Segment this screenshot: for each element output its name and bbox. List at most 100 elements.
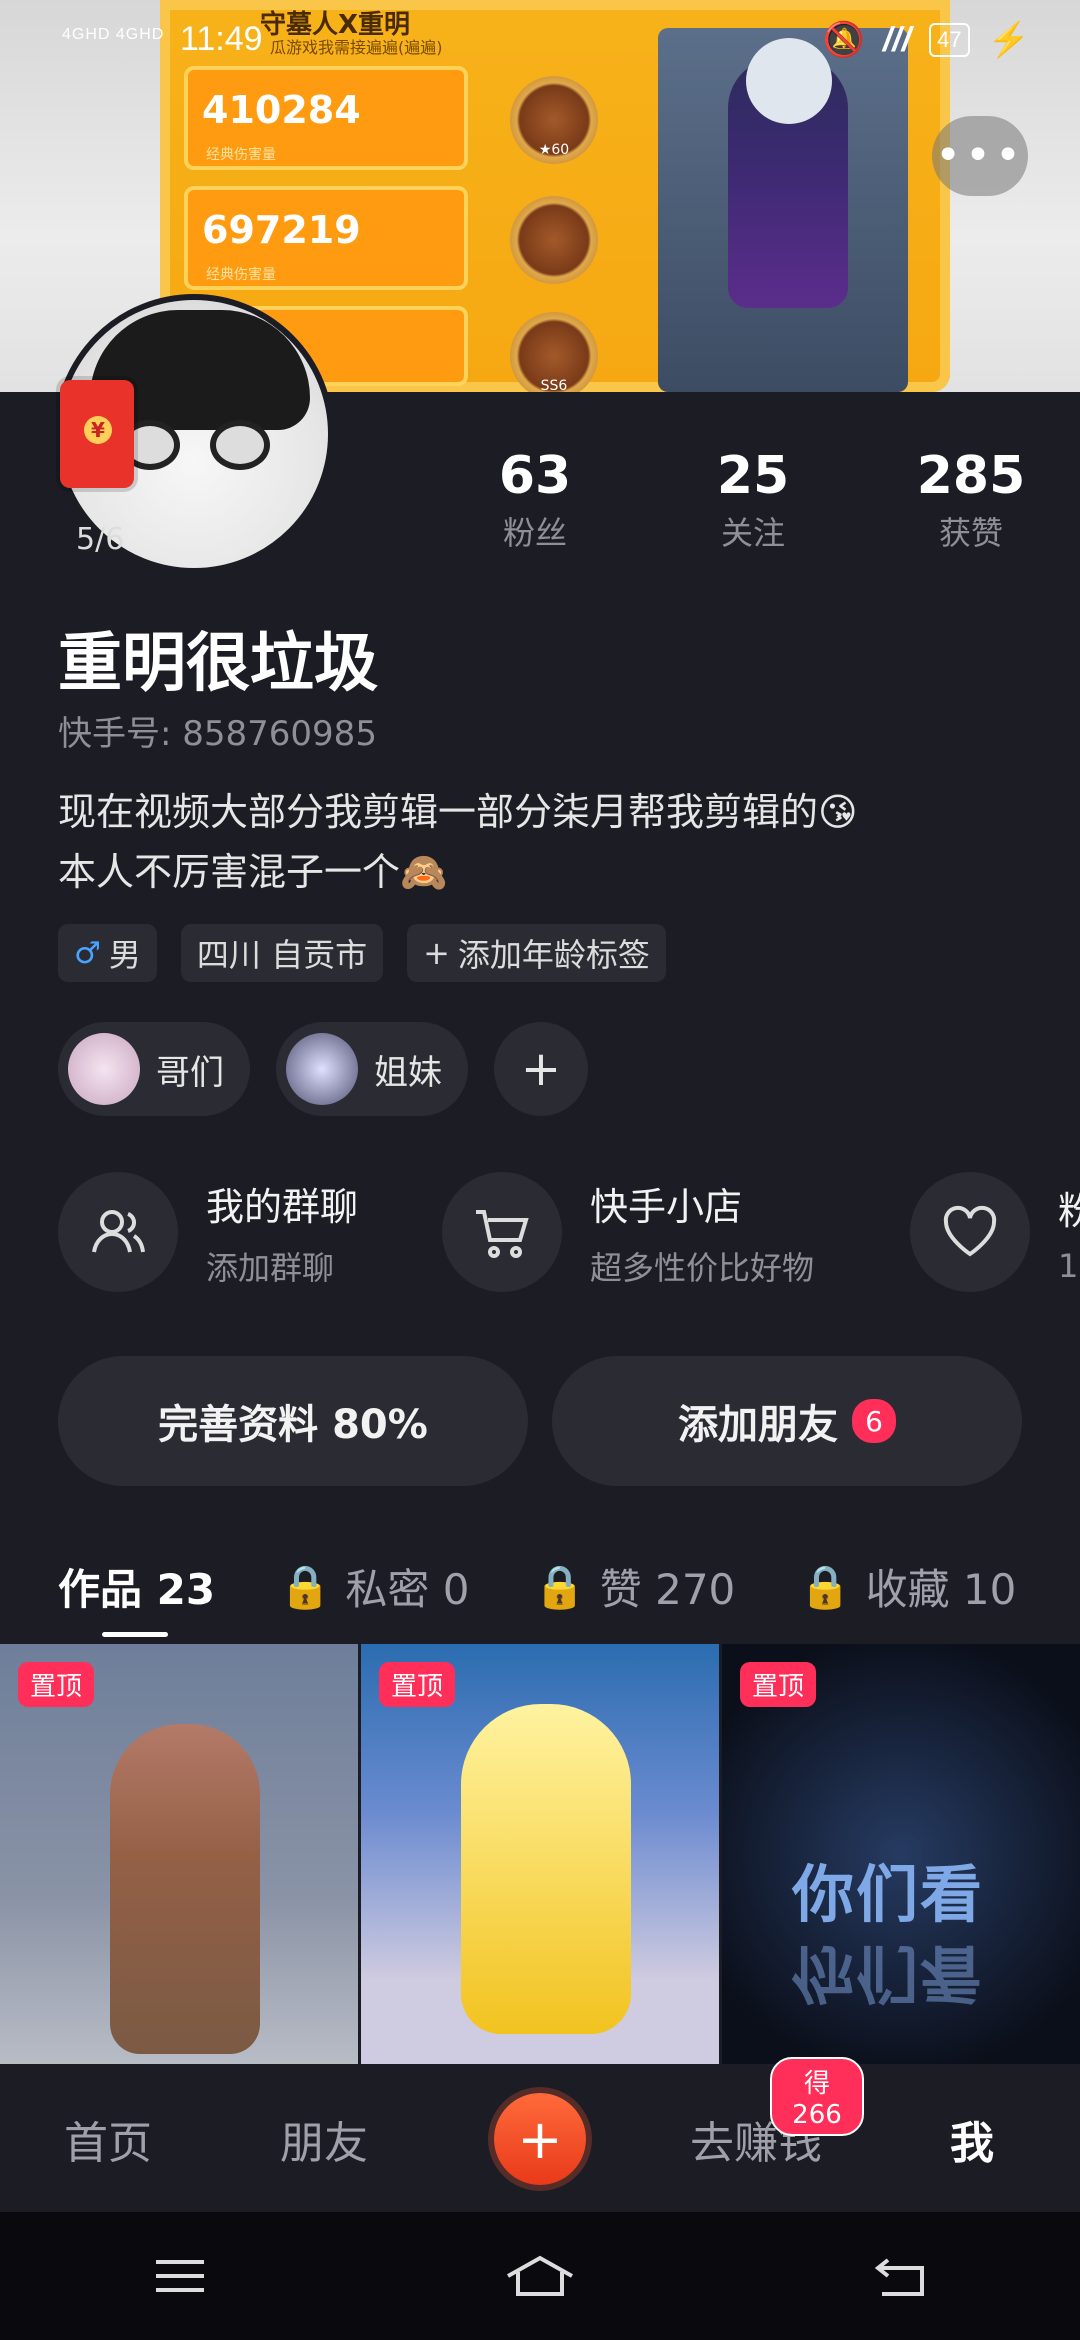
cart-icon — [442, 1172, 562, 1292]
tab-favorites[interactable]: 🔒 收藏 10 — [799, 1556, 1016, 1617]
video-caption: 你们看 — [792, 1858, 985, 1931]
stat-followers[interactable]: 63 粉丝 — [426, 446, 644, 554]
stat-label: 关注 — [720, 514, 785, 552]
username: 重明很垃圾 — [58, 627, 378, 701]
avatar-glasses — [210, 420, 270, 470]
group-tags: 哥们 姐妹 + — [58, 1022, 588, 1116]
service-subtitle: 超多性价比好物 — [590, 1248, 815, 1287]
lock-icon: 🔒 — [279, 1561, 332, 1611]
location-tag[interactable]: 四川 自贡市 — [180, 924, 384, 982]
profile-actions: 完善资料 80% 添加朋友 6 — [58, 1356, 1022, 1486]
tab-likes[interactable]: 🔒 赞 270 — [533, 1556, 735, 1617]
score-value: 410284 — [202, 88, 361, 132]
red-packet-icon[interactable] — [60, 380, 134, 488]
active-tab-indicator — [102, 1632, 168, 1637]
medal-icon: ★60 — [510, 76, 598, 164]
heart-icon — [910, 1172, 1030, 1292]
medal-icon: SS6 — [510, 312, 598, 392]
mute-icon: 🔕 — [822, 21, 865, 59]
status-time: 11:49 — [180, 20, 263, 58]
menu-icon[interactable] — [140, 2246, 220, 2306]
profile-stats: 63 粉丝 25 关注 285 获赞 — [426, 446, 1080, 554]
video-figure — [461, 1704, 631, 2034]
service-subtitle: 1 — [1058, 1246, 1079, 1285]
network-indicator: 4GHD 4GHD — [62, 26, 165, 43]
stat-value: 63 — [498, 446, 572, 506]
charging-icon: ⚡ — [987, 21, 1030, 59]
status-bar: 4GHD 4GHD 11:49 🔕 /// 47 ⚡ — [0, 0, 1080, 80]
score-label: 经典伤害量 — [206, 147, 276, 163]
nav-earn[interactable]: 去赚钱 得266 — [648, 2057, 864, 2171]
pinned-badge: 置顶 — [379, 1662, 456, 1707]
home-icon[interactable] — [500, 2246, 580, 2306]
system-nav-bar — [0, 2212, 1080, 2340]
male-icon: ♂ — [74, 935, 101, 971]
more-options-button[interactable]: ••• — [932, 116, 1028, 196]
group-sisters[interactable]: 姐妹 — [276, 1022, 468, 1116]
video-figure — [110, 1724, 260, 2054]
tab-label: 收藏 10 — [865, 1565, 1017, 1614]
content-tabs: 作品 23 🔒 私密 0 🔒 赞 270 🔒 收藏 10 — [58, 1556, 1016, 1617]
service-title: 粉 — [1058, 1188, 1080, 1233]
nav-me[interactable]: 我 — [864, 2107, 1080, 2171]
nav-home[interactable]: 首页 — [0, 2107, 216, 2171]
pinned-badge: 置顶 — [18, 1662, 95, 1707]
tab-label: 私密 0 — [345, 1565, 470, 1614]
add-friend-button[interactable]: 添加朋友 6 — [552, 1356, 1022, 1486]
tab-label: 赞 270 — [599, 1565, 736, 1614]
lock-icon: 🔒 — [799, 1561, 852, 1611]
stat-value: 285 — [916, 446, 1026, 506]
stat-likes[interactable]: 285 获赞 — [862, 446, 1080, 554]
signal-icon: /// — [882, 20, 912, 59]
group-avatar — [68, 1033, 140, 1105]
service-fans[interactable]: 粉 1 — [910, 1172, 1080, 1292]
tag-label: 男 — [108, 936, 141, 974]
medal-icon — [510, 196, 598, 284]
tab-label: 作品 23 — [58, 1565, 216, 1614]
gender-tag[interactable]: ♂ 男 — [58, 924, 157, 982]
add-age-tag[interactable]: + 添加年龄标签 — [407, 924, 666, 982]
user-id[interactable]: 快手号: 858760985 — [58, 706, 377, 755]
nav-create[interactable]: + — [432, 2093, 648, 2185]
video-thumbnail[interactable]: 置顶 — [0, 1644, 358, 2064]
score-value: 697219 — [202, 208, 361, 252]
pinned-badge: 置顶 — [740, 1662, 817, 1707]
video-caption-reflection: 你们看 — [792, 1937, 985, 2010]
group-label: 哥们 — [156, 1052, 224, 1093]
tab-works[interactable]: 作品 23 — [58, 1556, 215, 1617]
service-subtitle: 添加群聊 — [206, 1248, 335, 1287]
plus-icon: + — [423, 934, 450, 972]
button-label: 完善资料 80% — [158, 1402, 428, 1448]
group-avatar — [286, 1033, 358, 1105]
tag-label: 四川 自贡市 — [196, 936, 368, 974]
lock-icon: 🔒 — [533, 1561, 586, 1611]
group-brothers[interactable]: 哥们 — [58, 1022, 250, 1116]
service-group-chat[interactable]: 我的群聊 添加群聊 — [58, 1172, 358, 1292]
back-icon[interactable] — [860, 2246, 940, 2306]
stat-following[interactable]: 25 关注 — [644, 446, 862, 554]
complete-profile-button[interactable]: 完善资料 80% — [58, 1356, 528, 1486]
bio[interactable]: 现在视频大部分我剪辑一部分柒月帮我剪辑的😘 本人不厉害混子一个🙈 — [58, 782, 858, 902]
group-icon — [58, 1172, 178, 1292]
nav-friends[interactable]: 朋友 — [216, 2107, 432, 2171]
service-title: 我的群聊 — [206, 1184, 359, 1229]
create-plus-button[interactable]: + — [494, 2093, 586, 2185]
medal-label: SS6 — [540, 378, 568, 392]
battery-icon: 47 — [929, 23, 970, 57]
video-thumbnail[interactable]: 你们看 你们看 置顶 — [722, 1644, 1080, 2064]
service-shop[interactable]: 快手小店 超多性价比好物 — [442, 1172, 814, 1292]
bio-line: 现在视频大部分我剪辑一部分柒月帮我剪辑的😘 — [58, 790, 858, 834]
bottom-nav: 首页 朋友 + 去赚钱 得266 我 — [0, 2057, 1080, 2212]
group-label: 姐妹 — [374, 1052, 442, 1093]
tag-label: 添加年龄标签 — [457, 936, 650, 974]
stat-label: 粉丝 — [502, 514, 567, 552]
plus-icon: + — [520, 1041, 562, 1097]
tab-private[interactable]: 🔒 私密 0 — [279, 1556, 469, 1617]
friend-count-badge: 6 — [852, 1399, 896, 1443]
score-label: 经典伤害量 — [206, 267, 276, 283]
medal-label: ★60 — [538, 142, 570, 158]
video-thumbnail[interactable]: 置顶 — [361, 1644, 719, 2064]
stat-label: 获赞 — [938, 514, 1003, 552]
profile-tags: ♂ 男 四川 自贡市 + 添加年龄标签 — [58, 924, 666, 982]
add-group-button[interactable]: + — [494, 1022, 588, 1116]
